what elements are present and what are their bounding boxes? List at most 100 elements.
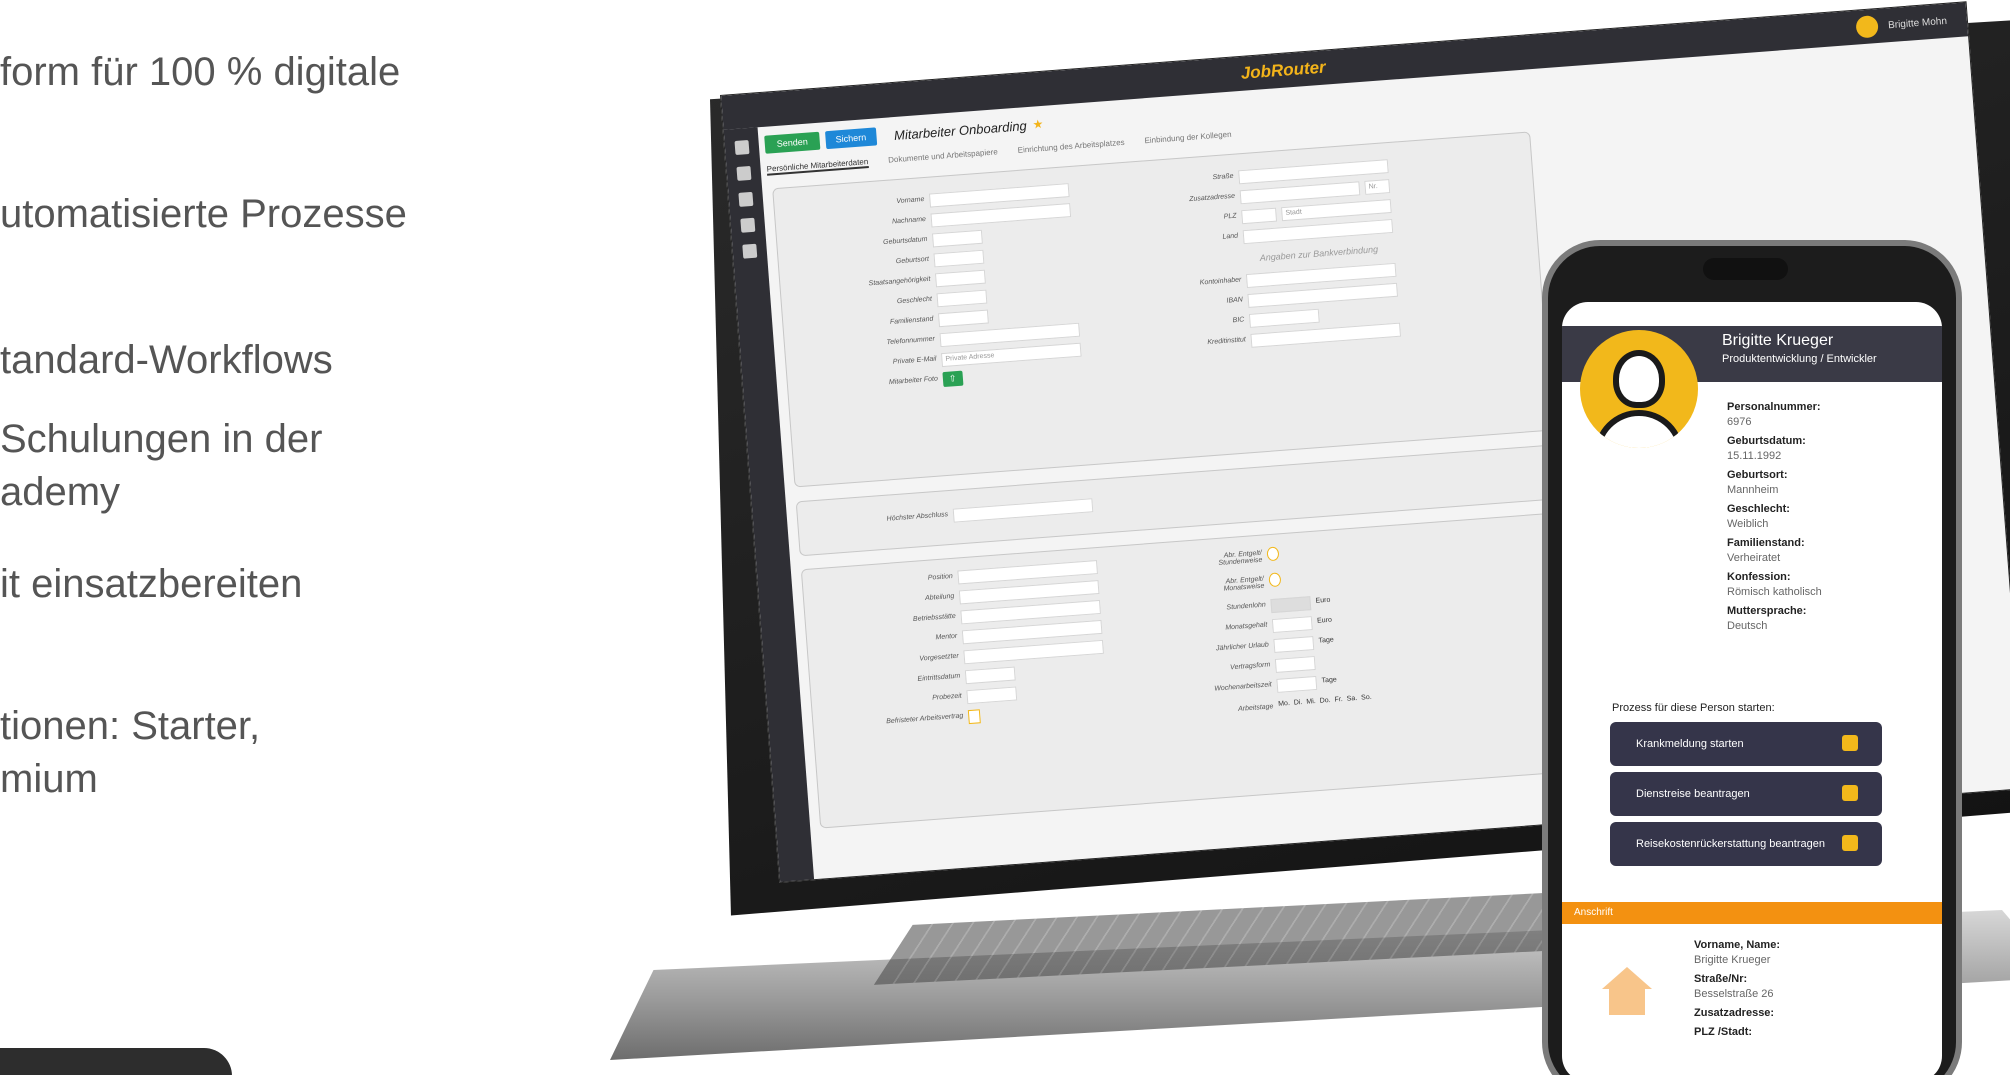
bottom-tab: [0, 1048, 232, 1075]
house-number-input[interactable]: Nr.: [1364, 179, 1391, 195]
business-trip-button[interactable]: Dienstreise beantragen: [1610, 772, 1882, 816]
info-label: Geschlecht:: [1727, 503, 1790, 515]
info-value: Verheiratet: [1727, 552, 1781, 564]
days-unit: Tage: [1318, 636, 1335, 645]
photo-label: Mitarbeiter Foto: [888, 375, 939, 387]
weekday: Di.: [1293, 699, 1303, 707]
email-label: Private E-Mail: [892, 355, 937, 366]
birthdate-input[interactable]: [931, 229, 983, 248]
street-label: Straße: [1212, 172, 1234, 182]
feature-line: form für 100 % digitale: [0, 50, 401, 94]
form-title: Mitarbeiter Onboarding: [893, 117, 1028, 143]
city-input[interactable]: Stadt: [1280, 199, 1392, 222]
hourly-radio[interactable]: [1266, 546, 1280, 562]
iban-input[interactable]: [1247, 282, 1399, 308]
start-date-input[interactable]: [964, 666, 1016, 685]
house-body: [1609, 987, 1645, 1015]
fixed-term-label: Befristeter Arbeitsvertrag: [886, 712, 964, 726]
last-name-input[interactable]: [930, 203, 1072, 228]
feature-line: ademy: [0, 470, 121, 514]
button-label: Dienstreise beantragen: [1636, 788, 1750, 800]
feature-line: Schulungen in der: [0, 417, 323, 461]
address-label: Straße/Nr:: [1694, 973, 1748, 985]
zip-label: PLZ: [1223, 212, 1237, 221]
gender-label: Geschlecht: [896, 295, 933, 306]
address-label: Zusatzadresse:: [1694, 1007, 1775, 1019]
tab-workplace[interactable]: Einrichtung des Arbeitsplatzes: [1017, 138, 1125, 157]
country-label: Land: [1222, 232, 1239, 241]
marital-select[interactable]: [937, 309, 989, 328]
feature-line: tandard-Workflows: [0, 338, 333, 382]
hourly-pay-label: Abr. Entgelt/ Stundenweise: [1218, 549, 1263, 567]
avatar-body: [1594, 410, 1684, 448]
euro-unit: Euro: [1315, 596, 1331, 605]
tab-personal-data[interactable]: Persönliche Mitarbeiterdaten: [766, 157, 869, 176]
info-value: 6976: [1727, 416, 1752, 428]
phone-label: Telefonnummer: [886, 335, 936, 347]
health-icon: [1842, 735, 1858, 751]
bic-label: BIC: [1232, 316, 1245, 325]
process-title: Prozess für diese Person starten:: [1612, 702, 1775, 714]
tool-icon[interactable]: [740, 217, 756, 233]
button-label: Krankmeldung starten: [1636, 738, 1744, 750]
info-label: Familienstand:: [1727, 537, 1805, 549]
tab-colleagues[interactable]: Einbindung der Kollegen: [1144, 130, 1232, 148]
monthly-pay-label: Abr. Entgelt/ Monatsweise: [1223, 575, 1265, 593]
avatar-head: [1613, 350, 1665, 408]
address-label: PLZ /Stadt:: [1694, 1026, 1753, 1038]
user-avatar[interactable]: [1855, 14, 1879, 39]
info-label: Konfession:: [1727, 571, 1791, 583]
email-input[interactable]: Private Adresse: [940, 342, 1082, 368]
send-button[interactable]: Senden: [764, 131, 821, 154]
employment-panel: Position Abteilung Betriebsstätte Mentor…: [800, 512, 1579, 829]
address-extra-input[interactable]: [1239, 181, 1361, 205]
marital-label: Familienstand: [889, 315, 934, 326]
vacation-label: Jährlicher Urlaub: [1215, 641, 1270, 653]
zip-input[interactable]: [1241, 207, 1278, 225]
sick-leave-button[interactable]: Krankmeldung starten: [1610, 722, 1882, 766]
bank-input[interactable]: [1250, 322, 1402, 348]
monthly-salary-input[interactable]: [1271, 616, 1313, 634]
button-label: Reisekostenrückerstattung beantragen: [1636, 838, 1825, 850]
user-menu[interactable]: Brigitte Mohn: [1855, 10, 1947, 39]
fixed-term-checkbox[interactable]: [967, 709, 981, 725]
position-label: Position: [927, 572, 954, 582]
monthly-radio[interactable]: [1268, 572, 1282, 588]
info-label: Personalnummer:: [1727, 401, 1821, 413]
list-icon[interactable]: [736, 165, 752, 181]
address-value: Besselstraße 26: [1694, 988, 1774, 1000]
weekly-hours-input[interactable]: [1276, 675, 1318, 693]
expense-refund-button[interactable]: Reisekostenrückerstattung beantragen: [1610, 822, 1882, 866]
probation-input[interactable]: [966, 686, 1018, 705]
favorite-star-icon[interactable]: ★: [1032, 117, 1044, 132]
weekday: So.: [1360, 693, 1372, 702]
bic-input[interactable]: [1248, 308, 1320, 328]
hourly-wage-input[interactable]: [1270, 596, 1312, 614]
info-value: Deutsch: [1727, 620, 1768, 632]
address-extra-label: Zusatzadresse: [1188, 192, 1236, 204]
euro-unit-2: Euro: [1316, 616, 1333, 625]
contract-type-select[interactable]: [1274, 655, 1316, 673]
bank-label: Kreditinstitut: [1207, 336, 1247, 347]
address-label: Vorname, Name:: [1694, 939, 1780, 951]
info-value: Römisch katholisch: [1727, 586, 1822, 598]
phone-screen: Brigitte Krueger Produktentwicklung / En…: [1562, 302, 1942, 1075]
inbox-icon[interactable]: [734, 139, 750, 156]
gender-select[interactable]: [936, 289, 988, 308]
birthplace-select[interactable]: [933, 249, 985, 268]
user-name: Brigitte Mohn: [1887, 15, 1948, 31]
nationality-select[interactable]: [934, 269, 986, 288]
euro-icon[interactable]: [742, 243, 758, 259]
last-name-label: Nachname: [891, 215, 927, 226]
document-icon[interactable]: [738, 191, 754, 207]
vacation-input[interactable]: [1273, 636, 1315, 654]
workdays-label: Arbeitstage: [1237, 703, 1274, 713]
supervisor-select[interactable]: [963, 639, 1104, 665]
bank-section-title: Angaben zur Bankverbindung: [1259, 244, 1379, 263]
education-select[interactable]: [952, 498, 1094, 523]
country-input[interactable]: [1242, 218, 1394, 245]
save-button[interactable]: Sichern: [825, 127, 877, 150]
phone-device: Brigitte Krueger Produktentwicklung / En…: [1542, 240, 1962, 1075]
upload-photo-button[interactable]: ⇧: [942, 370, 964, 388]
tab-documents[interactable]: Dokumente und Arbeitspapiere: [888, 147, 998, 166]
